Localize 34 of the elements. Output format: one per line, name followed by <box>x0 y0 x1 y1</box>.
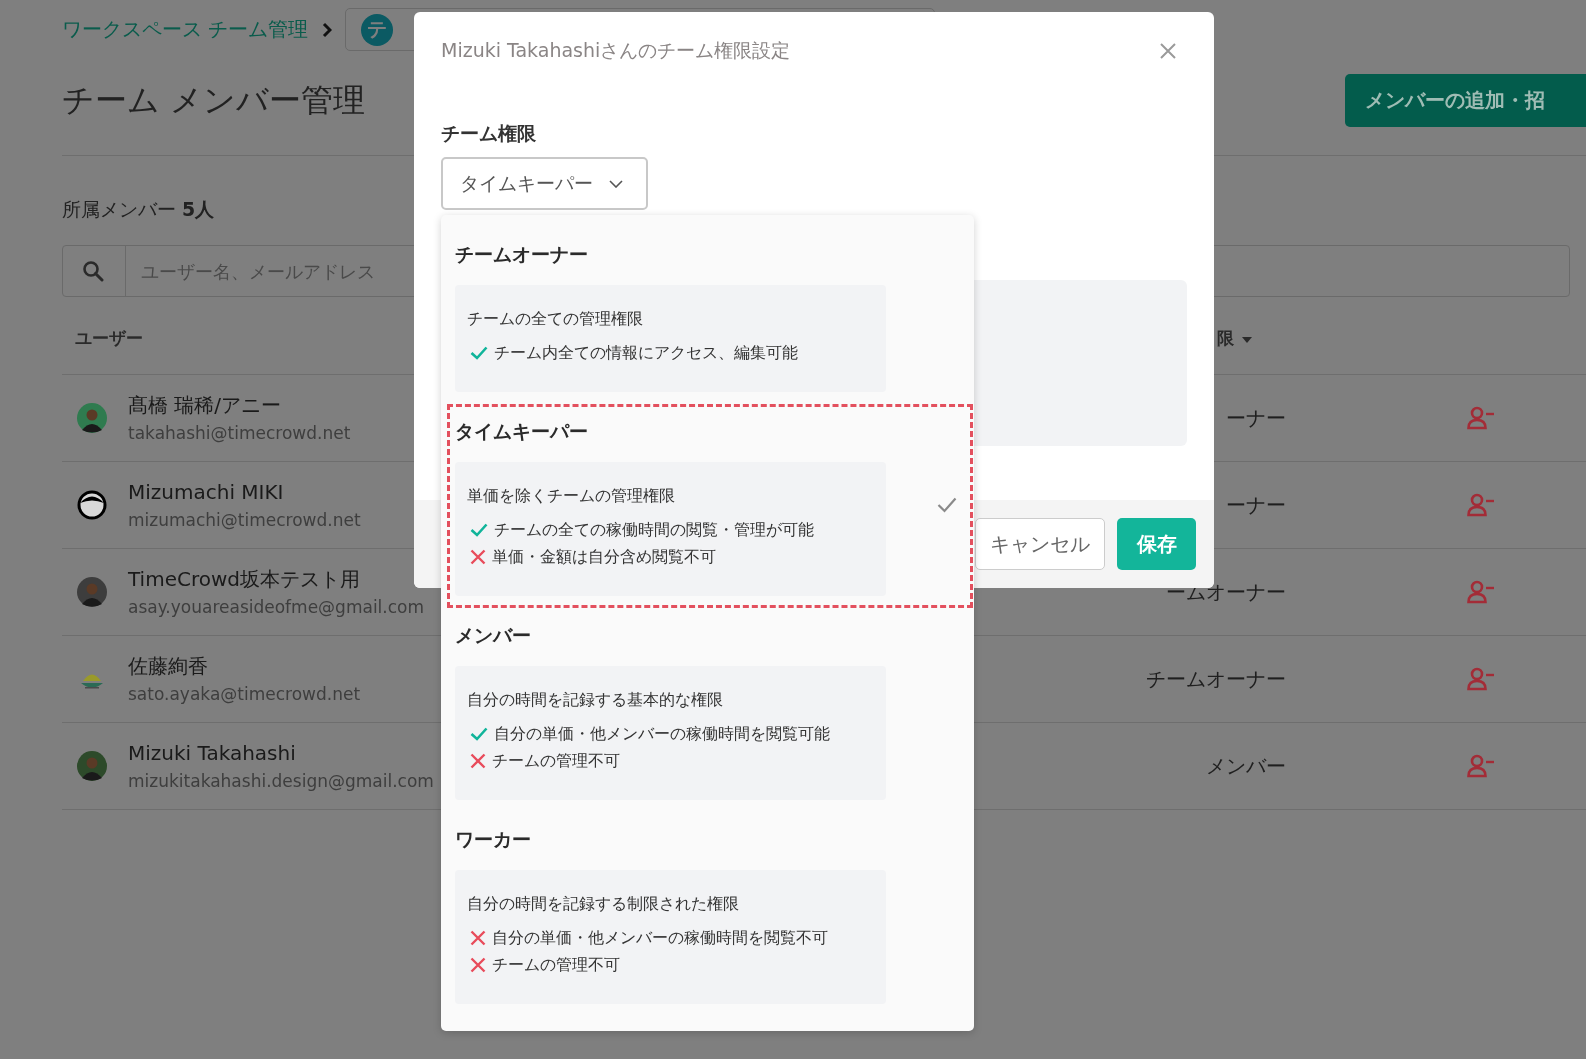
permission-text: 自分の単価・他メンバーの稼働時間を閲覧可能 <box>494 723 830 745</box>
option-title: ワーカー <box>455 827 532 852</box>
role-text: チームオーナー <box>1146 666 1286 691</box>
member-count: 所属メンバー 5人 <box>62 197 216 222</box>
permission-text: 単価・金額は自分含め閲覧不可 <box>492 546 716 568</box>
option-description: 自分の時間を記録する制限された権限 <box>467 893 740 915</box>
option-title: チームオーナー <box>455 242 589 267</box>
user-name: 佐藤絢香 <box>128 653 209 680</box>
page-title: チーム メンバー管理 <box>62 79 366 121</box>
role-text: ーナー <box>1226 492 1286 517</box>
user-email: mizumachi@timecrowd.net <box>128 509 361 532</box>
role-text: ーナー <box>1226 405 1286 430</box>
permission-text: チーム内全ての情報にアクセス、編集可能 <box>494 342 798 364</box>
user-name: 髙橋 瑞稀/アニー <box>128 392 283 419</box>
dialog-title: Mizuki Takahashiさんのチーム権限設定 <box>441 38 791 63</box>
option-title: メンバー <box>455 623 532 648</box>
option-description: 単価を除くチームの管理権限 <box>467 485 676 507</box>
user-email: takahashi@timecrowd.net <box>128 422 351 445</box>
field-label: チーム権限 <box>441 121 537 146</box>
user-email: sato.ayaka@timecrowd.net <box>128 683 361 706</box>
user-name: TimeCrowd坂本テスト用 <box>128 566 361 593</box>
user-email: mizukitakahashi.design@gmail.com <box>128 770 434 793</box>
team-avatar: テ <box>361 13 394 46</box>
option-description: チームの全ての管理権限 <box>467 308 644 330</box>
user-name: Mizuki Takahashi <box>128 740 297 767</box>
permission-text: チームの管理不可 <box>492 954 620 976</box>
user-name: Mizumachi MIKI <box>128 479 285 506</box>
permission-text: チームの管理不可 <box>492 750 620 772</box>
role-text: メンバー <box>1206 753 1286 778</box>
permission-text: チームの全ての稼働時間の閲覧・管理が可能 <box>494 519 814 541</box>
user-email: asay.youareasideofme@gmail.com <box>128 596 425 619</box>
option-description: 自分の時間を記録する基本的な権限 <box>467 689 724 711</box>
option-title: タイムキーパー <box>455 419 589 444</box>
permission-text: 自分の単価・他メンバーの稼働時間を閲覧不可 <box>492 927 828 949</box>
